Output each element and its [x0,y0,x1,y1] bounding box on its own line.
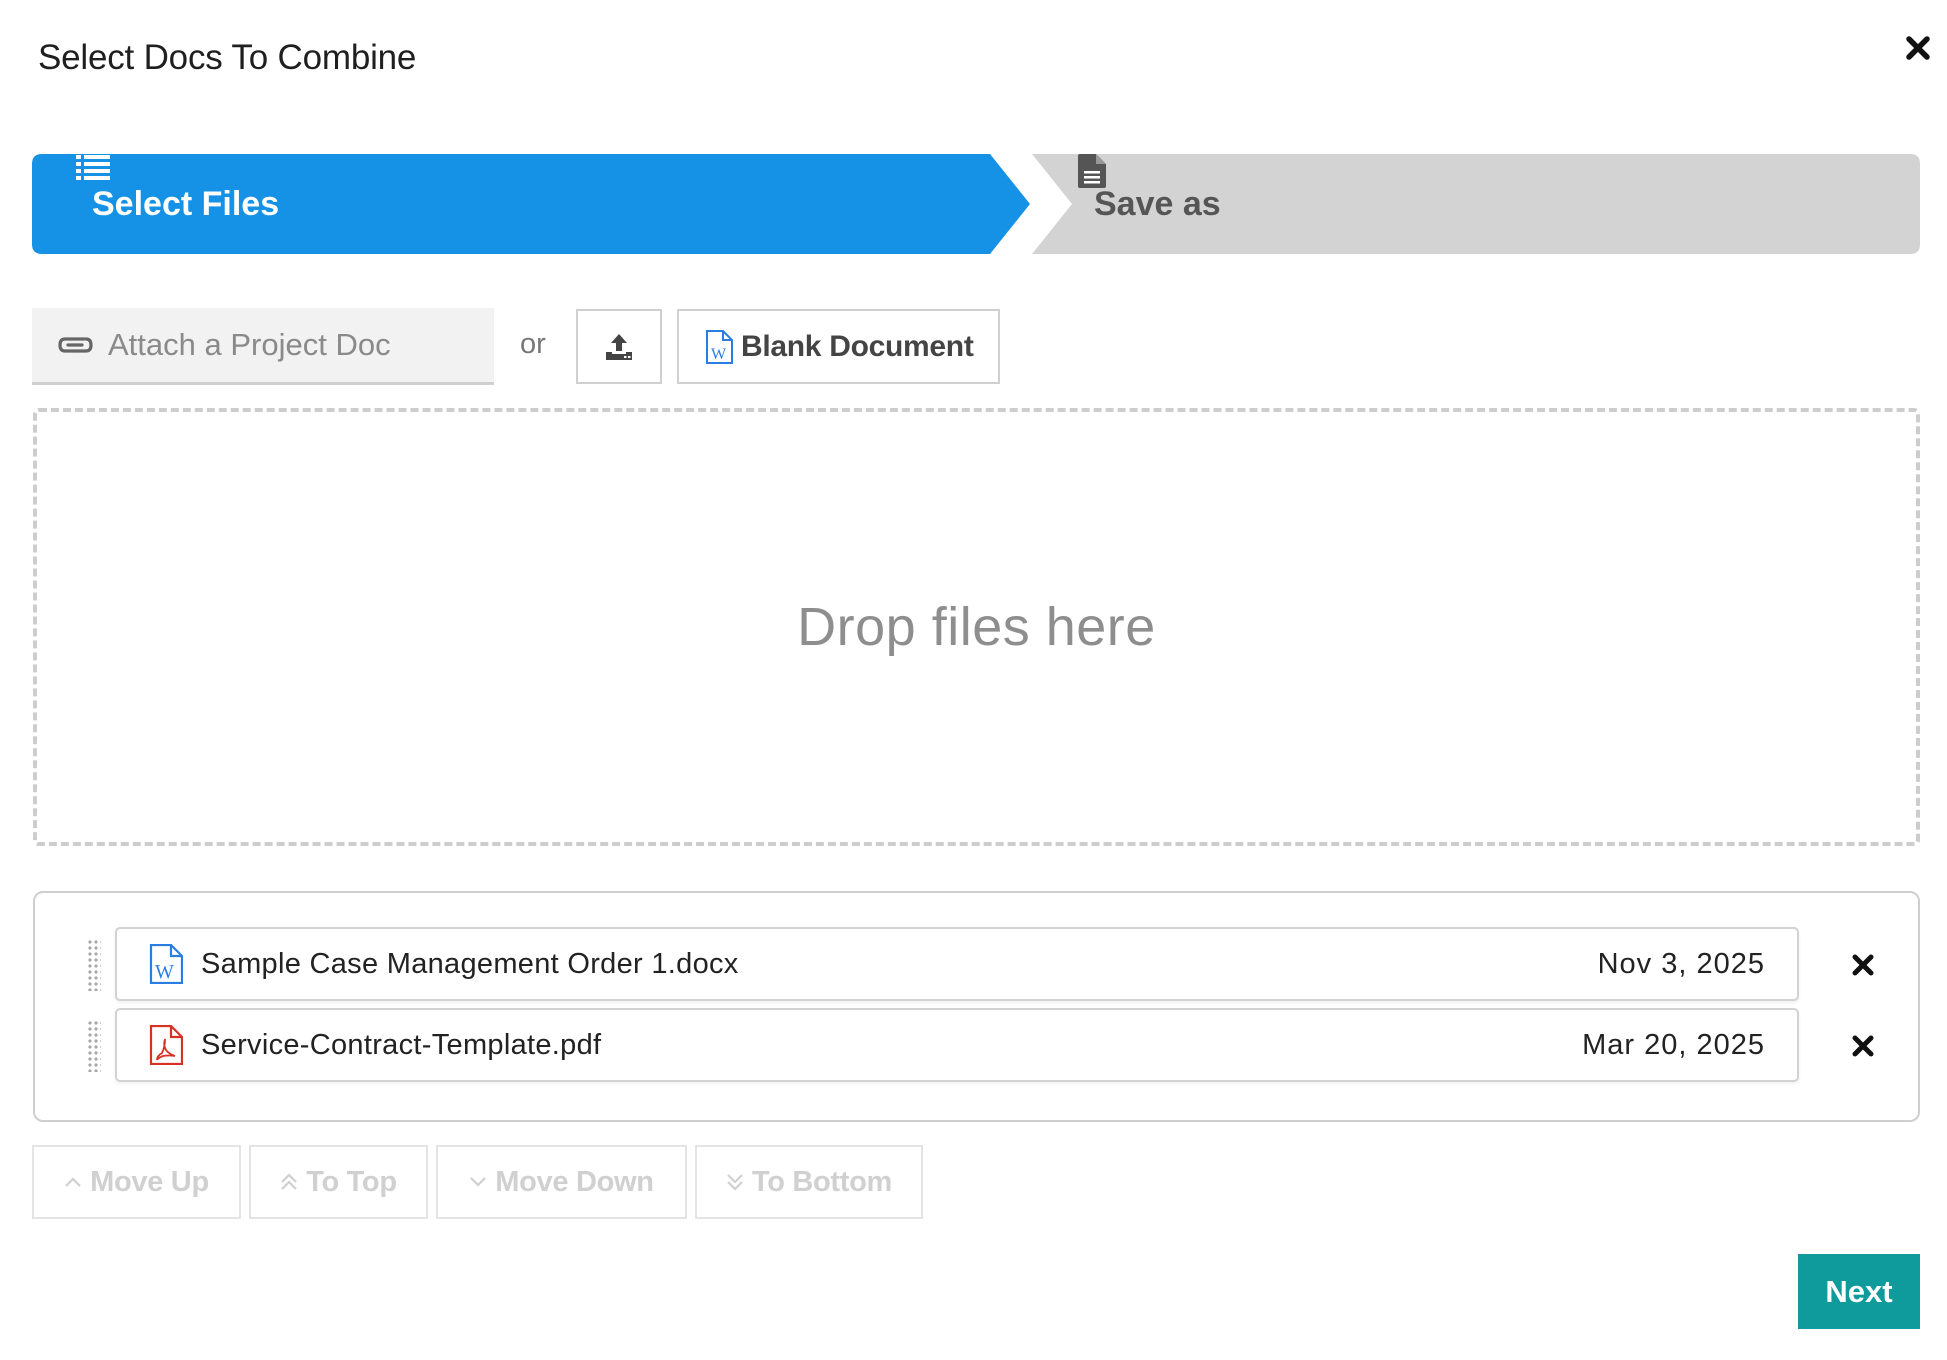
close-button[interactable] [1900,30,1936,66]
attach-placeholder: Attach a Project Doc [108,327,391,362]
file-row: W Sample Case Management Order 1.docx No… [35,927,1918,1001]
svg-text:W: W [711,346,727,363]
pdf-file-icon [149,1025,183,1065]
step-save-as[interactable]: Save as [1078,154,1221,254]
chevron-down-icon [469,1176,487,1188]
upload-button[interactable] [576,309,662,384]
remove-file-button[interactable] [1845,947,1881,983]
file-drop-zone[interactable]: Drop files here [33,408,1920,846]
svg-text:W: W [155,961,174,983]
move-up-button[interactable]: Move Up [32,1145,241,1219]
upload-icon [606,333,632,360]
stepper-background [32,154,1920,254]
selected-files-list: W Sample Case Management Order 1.docx No… [33,891,1920,1122]
to-top-label: To Top [306,1165,397,1198]
drag-handle[interactable] [87,939,101,991]
close-icon [1852,954,1874,976]
file-card[interactable]: Service-Contract-Template.pdf Mar 20, 20… [115,1008,1799,1082]
double-chevron-down-icon [726,1173,744,1191]
chevron-up-icon [64,1176,82,1188]
step-save-as-label: Save as [1094,184,1221,223]
file-date: Nov 3, 2025 [1597,947,1765,980]
move-down-button[interactable]: Move Down [436,1145,687,1219]
wizard-stepper: Select Files Save as [32,154,1920,254]
file-card[interactable]: W Sample Case Management Order 1.docx No… [115,927,1799,1001]
file-name: Service-Contract-Template.pdf [201,1028,602,1061]
paperclip-icon [56,333,94,357]
or-separator: or [520,328,546,360]
drop-zone-text: Drop files here [797,597,1156,657]
move-down-label: Move Down [495,1165,654,1198]
next-button[interactable]: Next [1798,1254,1920,1329]
to-bottom-button[interactable]: To Bottom [695,1145,923,1219]
blank-document-button[interactable]: W Blank Document [677,309,1000,384]
double-chevron-up-icon [280,1173,298,1191]
remove-file-button[interactable] [1845,1028,1881,1064]
close-icon [1852,1035,1874,1057]
to-top-button[interactable]: To Top [249,1145,428,1219]
move-up-label: Move Up [90,1165,209,1198]
attach-project-doc-input[interactable]: Attach a Project Doc [32,308,494,385]
step-select-files-label: Select Files [92,184,280,223]
close-icon [1906,36,1930,60]
file-row: Service-Contract-Template.pdf Mar 20, 20… [35,1008,1918,1082]
step-select-files[interactable]: Select Files [76,154,279,254]
to-bottom-label: To Bottom [751,1165,893,1198]
word-file-icon: W [149,944,183,984]
drag-handle[interactable] [87,1020,101,1072]
dialog-title: Select Docs To Combine [38,38,417,77]
blank-document-label: Blank Document [741,329,974,363]
file-date: Mar 20, 2025 [1582,1028,1765,1061]
word-file-icon: W [705,329,733,364]
file-name: Sample Case Management Order 1.docx [201,947,739,980]
